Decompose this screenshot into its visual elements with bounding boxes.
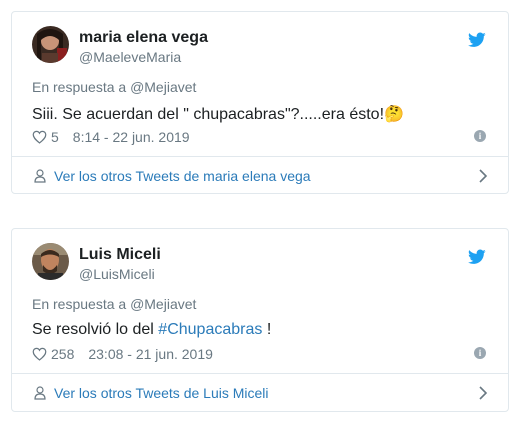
tweet-meta: 258 23:08 - 21 jun. 2019 (32, 346, 213, 362)
timestamp[interactable]: 8:14 - 22 jun. 2019 (73, 129, 190, 145)
chevron-right-icon[interactable] (478, 386, 488, 400)
reply-context: En respuesta a @Mejiavet (32, 79, 196, 95)
heart-icon[interactable] (32, 347, 47, 361)
tweet-card-maria: maria elena vega @MaeleveMaria En respue… (11, 11, 509, 194)
chevron-right-icon[interactable] (478, 169, 488, 183)
footer-more-tweets[interactable]: Ver los otros Tweets de Luis Miceli (12, 374, 508, 411)
thinking-face-emoji: 🤔 (384, 106, 404, 123)
reply-context: En respuesta a @Mejiavet (32, 296, 196, 312)
display-name[interactable]: maria elena vega (79, 29, 208, 47)
tweet-text: Se resolvió lo del #Chupacabras ! (32, 321, 271, 339)
tweet-text-before: Se resolvió lo del (32, 321, 159, 338)
reply-prefix: En respuesta a (32, 79, 131, 95)
user-handle[interactable]: @MaeleveMaria (79, 49, 181, 65)
more-tweets-link[interactable]: Ver los otros Tweets de maria elena vega (54, 168, 311, 184)
user-icon (34, 169, 46, 183)
info-icon[interactable]: i (474, 347, 486, 359)
tweet-text-after: ! (262, 321, 272, 338)
tweet-text-content: Siii. Se acuerdan del " chupacabras"?...… (32, 106, 385, 123)
tweet-meta: 5 8:14 - 22 jun. 2019 (32, 129, 190, 145)
like-count[interactable]: 5 (51, 129, 59, 145)
display-name[interactable]: Luis Miceli (79, 246, 161, 264)
reply-to-link[interactable]: @Mejiavet (130, 296, 196, 312)
reply-prefix: En respuesta a (32, 296, 131, 312)
user-handle[interactable]: @LuisMiceli (79, 266, 155, 282)
like-count[interactable]: 258 (51, 346, 74, 362)
heart-icon[interactable] (32, 130, 47, 144)
twitter-bird-icon[interactable] (468, 32, 486, 48)
reply-to-link[interactable]: @Mejiavet (130, 79, 196, 95)
user-icon (34, 386, 46, 400)
footer-more-tweets[interactable]: Ver los otros Tweets de maria elena vega (12, 157, 508, 194)
twitter-bird-icon[interactable] (468, 249, 486, 265)
avatar[interactable] (32, 243, 69, 280)
avatar[interactable] (32, 26, 69, 63)
hashtag-link[interactable]: #Chupacabras (158, 321, 262, 338)
more-tweets-link[interactable]: Ver los otros Tweets de Luis Miceli (54, 385, 269, 401)
timestamp[interactable]: 23:08 - 21 jun. 2019 (88, 346, 213, 362)
info-icon[interactable]: i (474, 130, 486, 142)
tweet-card-luis: Luis Miceli @LuisMiceli En respuesta a @… (11, 228, 509, 412)
tweet-text: Siii. Se acuerdan del " chupacabras"?...… (32, 104, 404, 124)
